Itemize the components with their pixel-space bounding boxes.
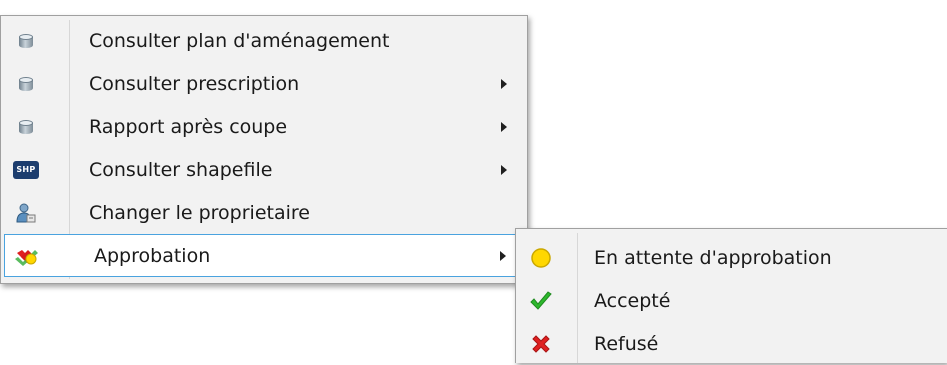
- database-icon: [4, 105, 48, 148]
- red-x-icon: [519, 322, 563, 365]
- menu-item-label: Approbation: [94, 244, 211, 267]
- submenu-arrow-icon: [501, 121, 507, 132]
- user-change-icon: [4, 191, 48, 234]
- shapefile-icon: SHP: [4, 148, 48, 191]
- submenu-item-label: En attente d'approbation: [594, 246, 832, 269]
- green-check-icon: [519, 279, 563, 322]
- submenu-item-en-attente[interactable]: En attente d'approbation: [519, 236, 944, 279]
- approval-icon: [5, 235, 49, 276]
- submenu-arrow-icon: [501, 78, 507, 89]
- submenu-arrow-icon: [501, 164, 507, 175]
- submenu-arrow-icon: [500, 250, 506, 261]
- menu-item-consulter-prescription[interactable]: Consulter prescription: [4, 62, 524, 105]
- menu-item-consulter-plan[interactable]: Consulter plan d'aménagement: [4, 19, 524, 62]
- menu-item-label: Consulter prescription: [89, 72, 300, 95]
- menu-item-approbation[interactable]: Approbation: [4, 234, 524, 277]
- menu-item-label: Changer le proprietaire: [89, 201, 310, 224]
- menu-item-changer-proprietaire[interactable]: Changer le proprietaire: [4, 191, 524, 234]
- context-menu: Consulter plan d'aménagement Consulter p…: [0, 15, 528, 284]
- menu-item-label: Consulter plan d'aménagement: [89, 29, 390, 52]
- yellow-circle-icon: [519, 236, 563, 279]
- submenu-item-label: Refusé: [594, 332, 659, 355]
- database-icon: [4, 19, 48, 62]
- database-icon: [4, 62, 48, 105]
- menu-item-label: Consulter shapefile: [89, 158, 273, 181]
- submenu-item-refuse[interactable]: Refusé: [519, 322, 944, 365]
- menu-item-label: Rapport après coupe: [89, 115, 288, 138]
- submenu-item-label: Accepté: [594, 289, 671, 312]
- approbation-submenu: En attente d'approbation Accepté Refusé: [515, 228, 947, 363]
- menu-item-rapport-apres-coupe[interactable]: Rapport après coupe: [4, 105, 524, 148]
- menu-item-consulter-shapefile[interactable]: SHP Consulter shapefile: [4, 148, 524, 191]
- submenu-item-accepte[interactable]: Accepté: [519, 279, 944, 322]
